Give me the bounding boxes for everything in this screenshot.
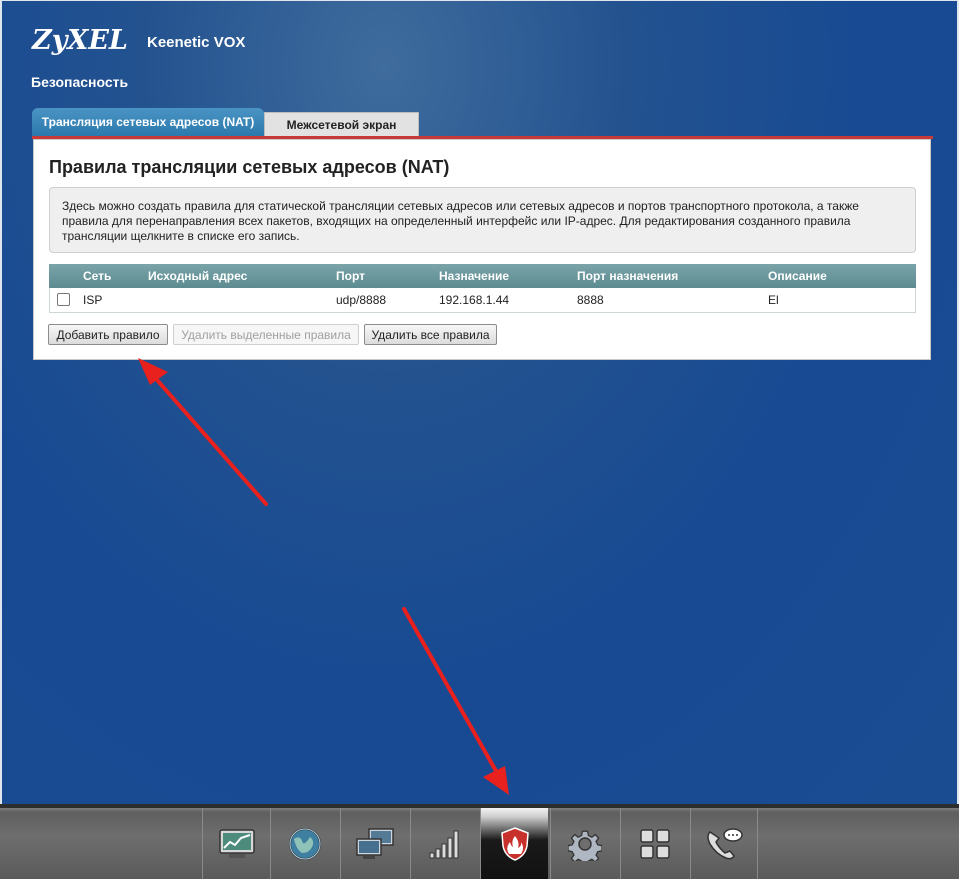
- column-header-network: Сеть: [83, 269, 112, 283]
- gear-icon: [567, 830, 602, 861]
- nav-telephony[interactable]: [690, 808, 758, 879]
- delete-selected-button[interactable]: Удалить выделенные правила: [173, 324, 359, 345]
- info-box: Здесь можно создать правила для статичес…: [49, 187, 916, 253]
- tab-nat[interactable]: Трансляция сетевых адресов (NAT): [32, 108, 264, 136]
- column-header-description: Описание: [768, 269, 827, 283]
- row-checkbox[interactable]: [57, 293, 70, 306]
- table-header: Сеть Исходный адрес Порт Назначение Порт…: [49, 264, 916, 288]
- nav-internet[interactable]: [270, 808, 338, 879]
- nat-panel: Правила трансляции сетевых адресов (NAT)…: [33, 139, 931, 360]
- phone-chat-icon: [707, 827, 743, 859]
- shield-flame-icon: [500, 826, 529, 861]
- column-header-dest-port: Порт назначения: [577, 269, 679, 283]
- globe-icon: [288, 827, 321, 860]
- tab-firewall[interactable]: Межсетевой экран: [264, 112, 419, 136]
- page-title: Безопасность: [31, 74, 129, 90]
- column-header-port: Порт: [336, 269, 366, 283]
- cell-description: El: [768, 293, 779, 307]
- network-computers-icon: [355, 827, 394, 859]
- signal-bars-icon: [429, 830, 458, 858]
- nav-wifi[interactable]: [410, 808, 478, 879]
- nat-rules-table: Сеть Исходный адрес Порт Назначение Порт…: [49, 264, 916, 313]
- add-rule-button[interactable]: Добавить правило: [48, 324, 168, 345]
- panel-title: Правила трансляции сетевых адресов (NAT): [49, 157, 450, 177]
- cell-destination: 192.168.1.44: [439, 293, 510, 307]
- monitor-chart-icon: [218, 828, 255, 858]
- bottom-navigation: [0, 804, 959, 879]
- device-model: Keenetic VOX: [147, 34, 246, 51]
- nav-system[interactable]: [550, 808, 618, 879]
- apps-grid-icon: [639, 828, 670, 859]
- info-line: правила для перенаправления всех пакетов…: [62, 214, 851, 228]
- cell-port: udp/8888: [336, 293, 387, 307]
- column-header-destination: Назначение: [439, 269, 510, 283]
- column-header-source: Исходный адрес: [148, 269, 248, 283]
- nav-security[interactable]: [480, 808, 548, 879]
- cell-network: ISP: [83, 293, 103, 307]
- info-line: Здесь можно создать правила для статичес…: [62, 199, 859, 213]
- table-row[interactable]: ISP udp/8888 192.168.1.44 8888 El: [49, 288, 916, 313]
- delete-all-button[interactable]: Удалить все правила: [364, 324, 497, 345]
- nav-monitor[interactable]: [202, 808, 270, 879]
- info-line: трансляции щелкните в списке его запись.: [62, 229, 300, 243]
- nav-home-network[interactable]: [340, 808, 408, 879]
- cell-dest-port: 8888: [577, 293, 604, 307]
- app-background: ZyXEL Keenetic VOX Безопасность Трансляц…: [0, 0, 959, 804]
- nav-applications[interactable]: [620, 808, 688, 879]
- zyxel-logo: ZyXEL: [32, 25, 128, 56]
